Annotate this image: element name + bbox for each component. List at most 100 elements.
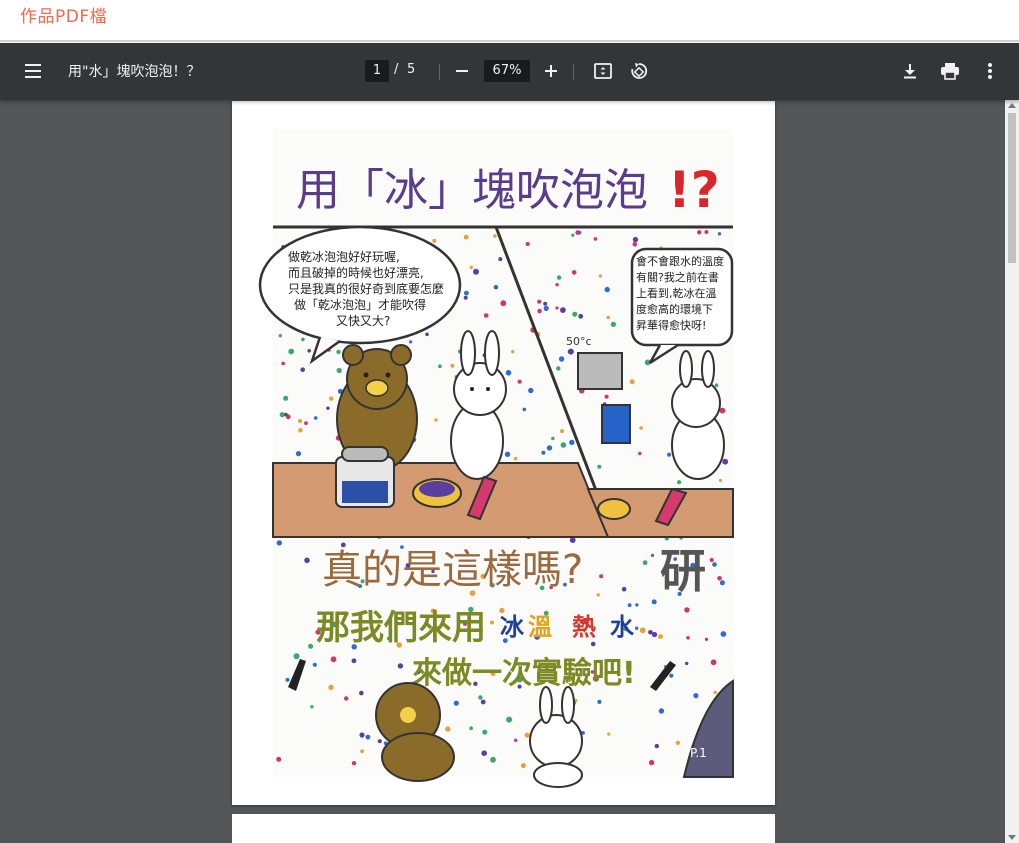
confetti-dot — [575, 230, 580, 235]
ice-box-figure — [335, 446, 395, 508]
zoom-in-button[interactable] — [538, 58, 564, 84]
confetti-dot — [464, 290, 469, 296]
fit-page-button[interactable] — [590, 58, 616, 84]
confetti-dot — [537, 299, 542, 304]
confetti-dot — [520, 763, 526, 769]
confetti-dot — [629, 379, 635, 385]
comic-hot-word: 熱 — [572, 613, 596, 641]
confetti-dot — [606, 315, 610, 320]
confetti-dot — [284, 412, 288, 417]
svg-text:又快又大?: 又快又大? — [336, 314, 390, 328]
confetti-dot — [569, 439, 575, 446]
vertical-scrollbar[interactable] — [1005, 100, 1019, 843]
confetti-dot — [704, 230, 709, 234]
minus-icon — [456, 70, 468, 72]
scroll-thumb[interactable] — [1008, 113, 1016, 263]
confetti-dot — [604, 286, 610, 293]
svg-text:做乾冰泡泡好好玩喔,: 做乾冰泡泡好好玩喔, — [288, 249, 400, 264]
confetti-dot — [365, 734, 371, 740]
print-button[interactable] — [937, 58, 963, 84]
confetti-dot — [632, 236, 639, 243]
confetti-dot — [710, 659, 717, 666]
confetti-dot — [578, 313, 584, 319]
svg-text:只是我真的很好奇到底要怎麼: 只是我真的很好奇到底要怎麼 — [288, 281, 444, 296]
confetti-dot — [590, 641, 596, 647]
rotate-button[interactable] — [626, 58, 652, 84]
confetti-dot — [359, 690, 364, 696]
confetti-dot — [297, 418, 303, 424]
confetti-dot — [425, 332, 429, 337]
confetti-dot — [639, 426, 643, 430]
fit-page-icon — [594, 63, 612, 79]
confetti-dot — [307, 349, 311, 353]
rotate-icon — [631, 63, 648, 79]
more-vert-icon — [988, 63, 992, 79]
more-options-button[interactable] — [977, 58, 1003, 84]
confetti-dot — [648, 759, 655, 766]
confetti-dot — [301, 337, 305, 342]
confetti-dot — [569, 537, 576, 543]
comic-title-marks: !? — [668, 161, 720, 219]
confetti-dot — [667, 452, 672, 457]
confetti-dot — [300, 367, 305, 373]
confetti-dot — [528, 387, 534, 394]
zoom-out-button[interactable] — [449, 58, 475, 84]
confetti-dot — [556, 366, 561, 371]
confetti-dot — [328, 684, 334, 691]
scroll-up-arrow-icon[interactable] — [1008, 103, 1016, 108]
confetti-dot — [293, 653, 300, 660]
svg-text:昇華得愈快呀!: 昇華得愈快呀! — [636, 318, 706, 332]
confetti-dot — [654, 743, 659, 749]
confetti-dot — [714, 383, 719, 388]
svg-text:上看到,乾冰在溫: 上看到,乾冰在溫 — [636, 286, 717, 300]
comic-ice-word: 冰 — [500, 613, 525, 641]
document-title: 用"水」塊吹泡泡！？ — [68, 64, 201, 80]
confetti-dot — [635, 603, 639, 607]
confetti-dot — [438, 364, 442, 369]
confetti-dot — [543, 305, 549, 311]
confetti-dot — [632, 242, 638, 247]
confetti-dot — [453, 700, 459, 706]
confetti-dot — [506, 716, 513, 723]
confetti-dot — [684, 607, 690, 613]
confetti-dot — [351, 761, 357, 766]
download-button[interactable] — [897, 58, 923, 84]
confetti-dot — [397, 663, 404, 669]
confetti-dot — [481, 750, 487, 756]
confetti-dot — [635, 626, 639, 630]
confetti-dot — [669, 673, 674, 678]
comic-illustration: 用「冰」塊吹泡泡 !? 做乾冰泡泡好好玩喔, 而且破掉的時候也好漂亮, 只是我真… — [258, 129, 734, 788]
confetti-dot — [567, 348, 574, 355]
confetti-dot — [278, 334, 282, 338]
confetti-dot — [276, 540, 282, 546]
confetti-dot — [677, 480, 682, 485]
confetti-dot — [621, 586, 627, 592]
confetti-dot — [463, 295, 468, 300]
confetti-dot — [599, 574, 604, 579]
confetti-dot — [709, 557, 714, 563]
confetti-dot — [597, 699, 602, 705]
plus-icon — [545, 65, 557, 77]
confetti-dot — [639, 627, 646, 634]
confetti-dot — [308, 643, 314, 649]
zoom-level-input[interactable]: 67% — [484, 60, 530, 82]
confetti-dot — [717, 576, 722, 581]
confetti-dot — [329, 396, 334, 401]
document-area[interactable]: 用「冰」塊吹泡泡 !? 做乾冰泡泡好好玩喔, 而且破掉的時候也好漂亮, 只是我真… — [0, 100, 1005, 843]
confetti-dot — [524, 732, 530, 738]
total-pages: 5 — [407, 62, 416, 77]
confetti-dot — [560, 442, 567, 448]
confetti-dot — [490, 620, 494, 625]
scroll-down-arrow-icon[interactable] — [1008, 835, 1016, 840]
confetti-dot — [551, 436, 555, 441]
hamburger-menu-icon[interactable] — [22, 61, 44, 81]
confetti-dot — [312, 662, 317, 667]
current-page-input[interactable]: 1 — [365, 60, 389, 82]
confetti-dot — [522, 407, 527, 412]
confetti-dot — [473, 268, 479, 275]
svg-text:而且破掉的時候也好漂亮,: 而且破掉的時候也好漂亮, — [288, 265, 424, 280]
confetti-dot — [572, 311, 578, 317]
confetti-dot — [693, 693, 699, 699]
page-title: 作品PDF檔 — [20, 7, 108, 27]
confetti-dot — [555, 306, 559, 310]
